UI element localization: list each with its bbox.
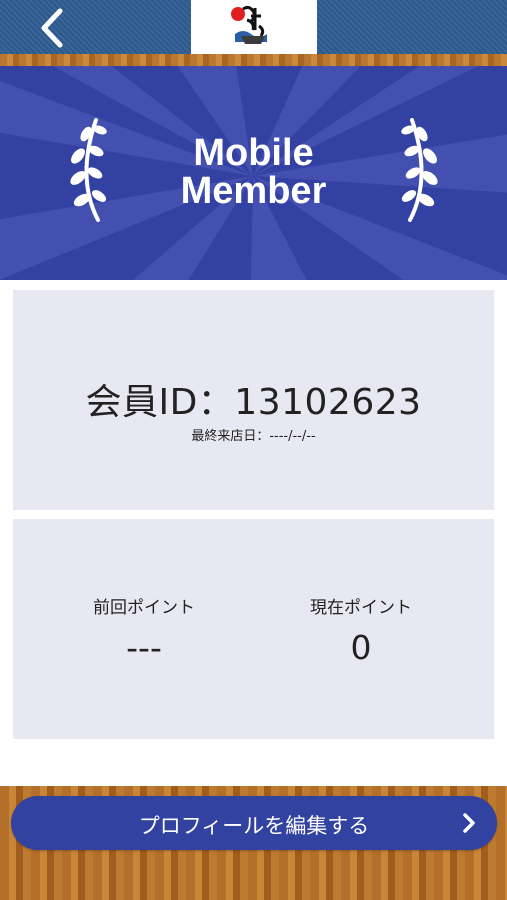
current-points-value: 0	[350, 628, 372, 667]
member-id-panel: 会員ID：13102623 最終来店日：----/--/--	[13, 290, 494, 510]
brand-logo	[191, 0, 317, 54]
chevron-left-icon	[41, 8, 63, 48]
last-visit-date: 最終来店日：----/--/--	[191, 429, 316, 444]
back-button[interactable]	[36, 6, 72, 50]
header-wood-strip	[0, 54, 507, 66]
previous-points-value: ---	[126, 628, 162, 667]
laurel-right-icon	[401, 118, 438, 222]
edit-profile-button[interactable]: プロフィールを編集する	[11, 796, 497, 850]
laurel-left-icon	[70, 118, 107, 222]
current-points-label: 現在ポイント	[310, 598, 412, 618]
edit-profile-label: プロフィールを編集する	[138, 814, 370, 838]
previous-points-label: 前回ポイント	[93, 598, 195, 618]
member-id: 会員ID：13102623	[85, 382, 422, 423]
chevron-right-icon	[463, 813, 475, 833]
points-panel: 前回ポイント --- 現在ポイント 0	[13, 519, 494, 739]
